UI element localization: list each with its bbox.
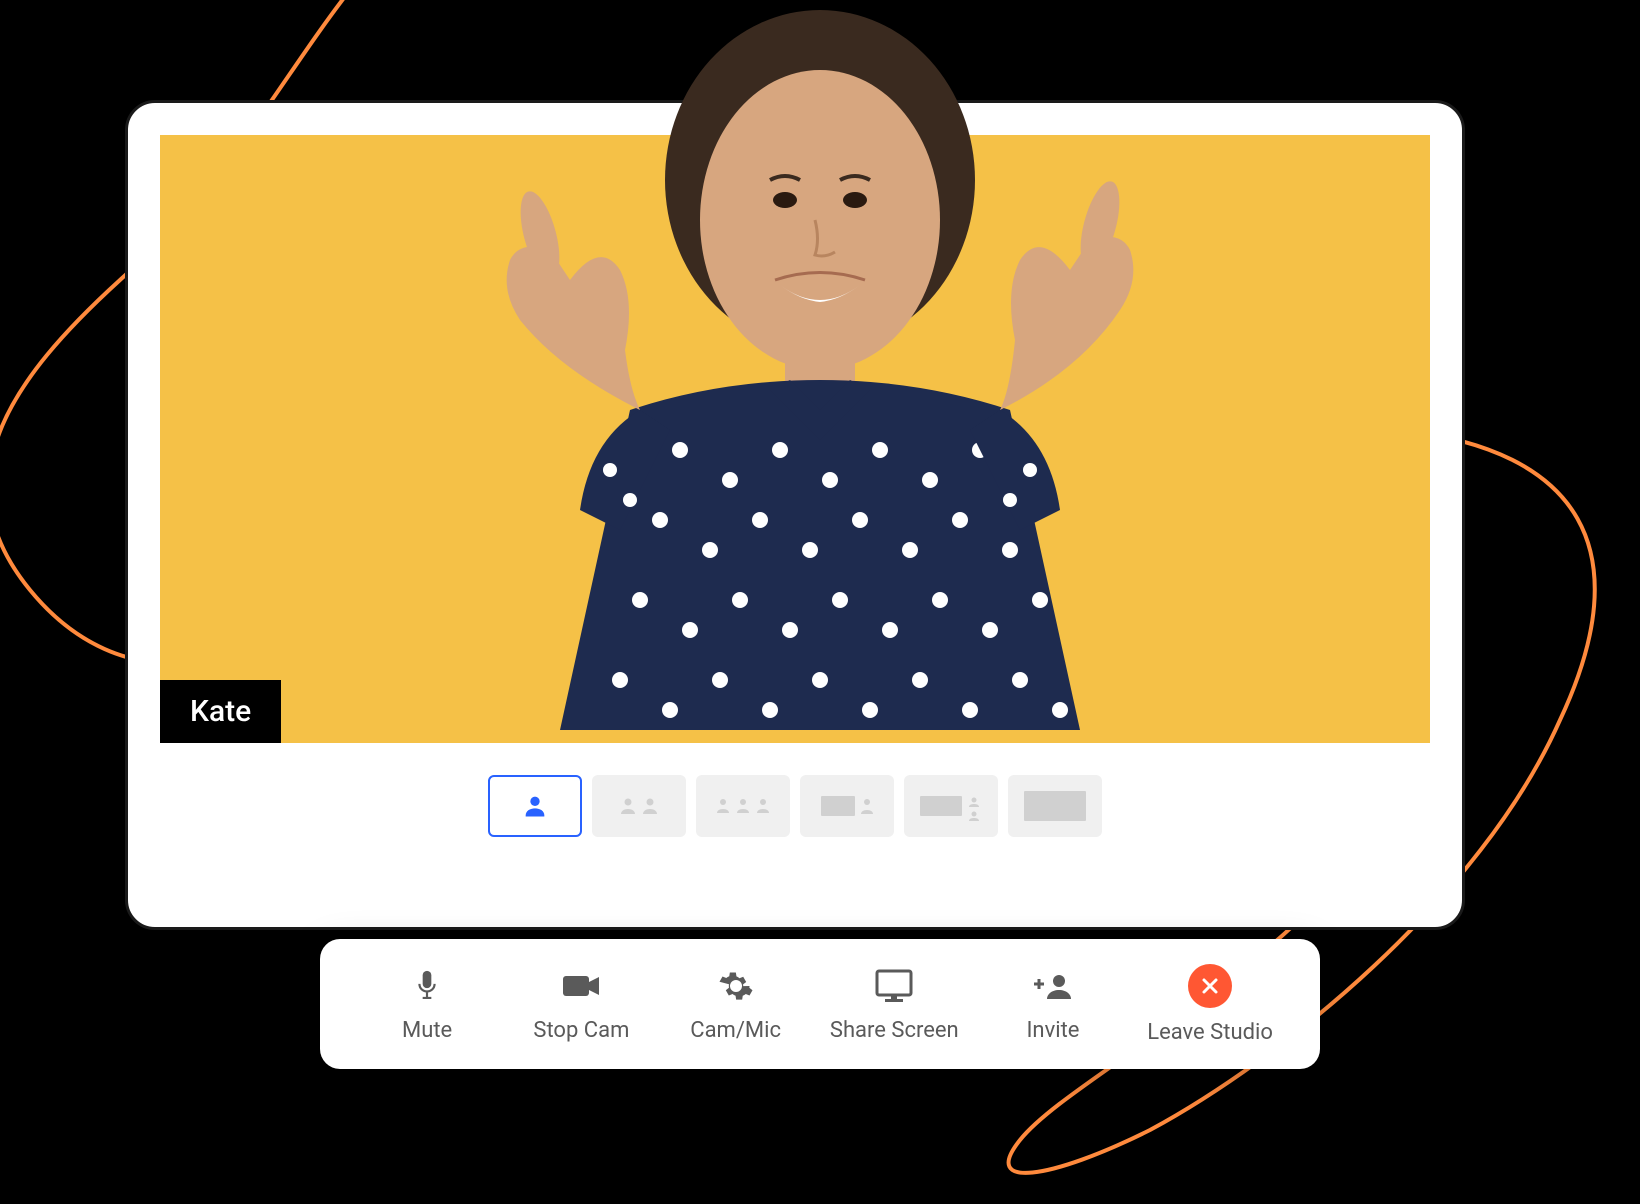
mic-icon	[407, 966, 447, 1006]
screen-icon	[874, 966, 914, 1006]
invite-button[interactable]: Invite	[993, 966, 1113, 1043]
close-icon	[1188, 964, 1232, 1008]
settings-button[interactable]: Cam/Mic	[676, 966, 796, 1043]
participant-video-silhouette	[360, 0, 1280, 860]
share-screen-button[interactable]: Share Screen	[830, 966, 959, 1043]
participant-name-tag: Kate	[160, 680, 281, 743]
camera-label: Stop Cam	[533, 1018, 629, 1043]
invite-icon	[1033, 966, 1073, 1006]
leave-label: Leave Studio	[1147, 1020, 1273, 1045]
mute-label: Mute	[402, 1018, 452, 1043]
mute-button[interactable]: Mute	[367, 966, 487, 1043]
participant-name: Kate	[190, 694, 251, 729]
gear-icon	[716, 966, 756, 1006]
camera-icon	[561, 966, 601, 1006]
control-toolbar: Mute Stop Cam Cam/Mic Share Screen	[320, 939, 1320, 1069]
settings-label: Cam/Mic	[690, 1018, 781, 1043]
share-label: Share Screen	[830, 1018, 959, 1043]
invite-label: Invite	[1026, 1018, 1079, 1043]
camera-button[interactable]: Stop Cam	[521, 966, 641, 1043]
leave-button[interactable]: Leave Studio	[1147, 964, 1273, 1045]
